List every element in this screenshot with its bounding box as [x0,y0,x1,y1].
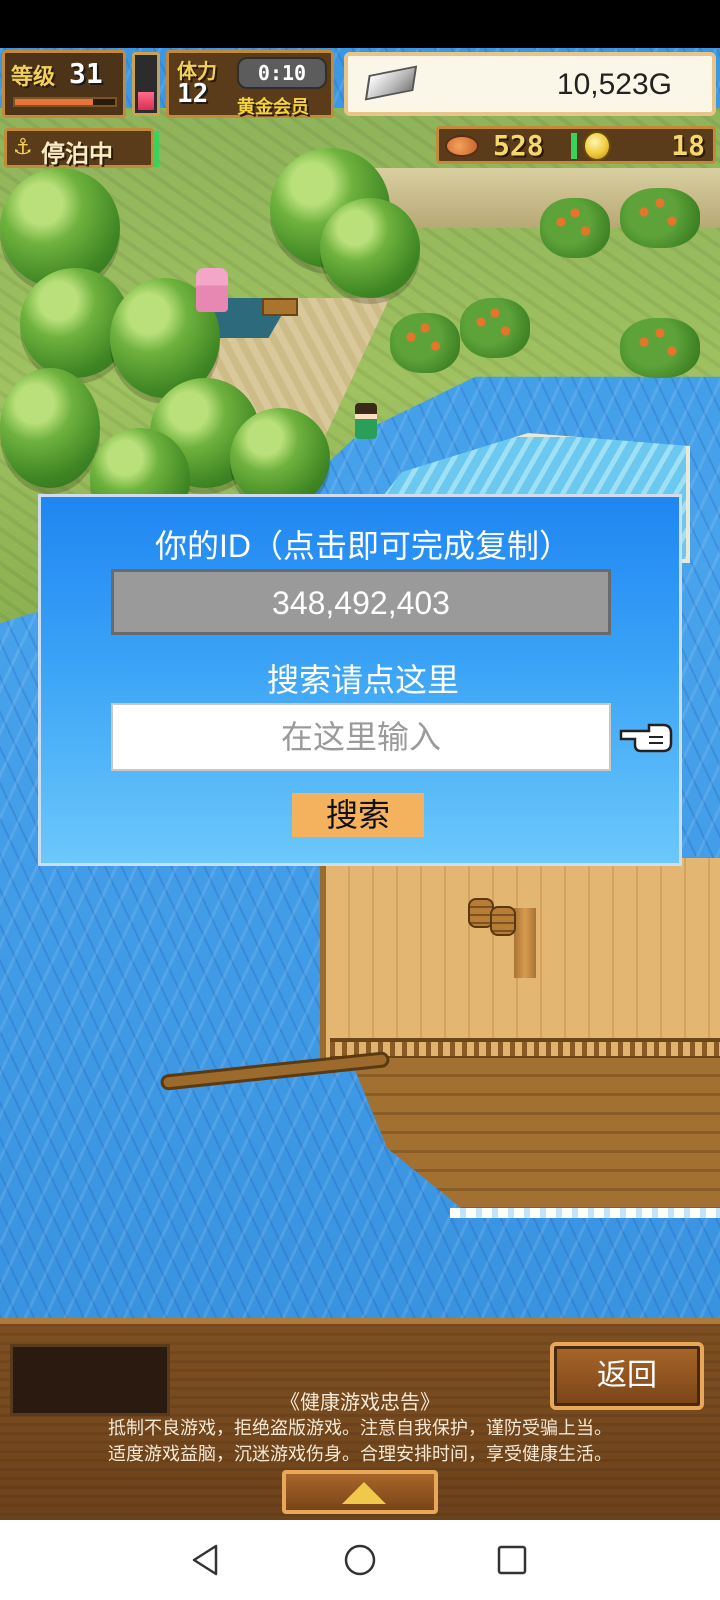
back-icon[interactable] [188,1542,224,1578]
food-value: 528 [493,129,544,162]
xp-bar-fill [15,99,93,105]
wave-foam [450,1208,720,1218]
search-button[interactable]: 搜索 [292,793,424,837]
id-search-input[interactable] [111,703,611,771]
xp-bar [13,97,117,107]
bottom-panel: 返回 《健康游戏忠告》 抵制不良游戏，拒绝盗版游戏。注意自我保护，谨防受骗上当。… [0,1318,720,1520]
expand-menu-button[interactable] [282,1470,438,1514]
pink-creature[interactable] [196,268,228,312]
anchor-icon: ⚓ [13,135,33,160]
stamina-gauge [132,52,160,116]
level-label: 等级 [11,65,56,90]
friend-search-dialog: 你的ID（点击即可完成复制） 348,492,403 搜索请点这里 搜索 [38,494,682,866]
tree [230,408,330,508]
system-nav-bar [0,1520,720,1600]
medal-icon [583,131,611,161]
pointer-hand-icon [619,723,673,753]
ship-hull [350,1058,720,1208]
stamina-value: 12 [177,79,209,109]
orange-tree [540,198,610,258]
money-panel[interactable]: 10,523G [344,52,716,116]
triangle-up-icon [342,1482,386,1504]
stamina-timer: 0:10 [237,57,327,89]
recent-apps-icon[interactable] [494,1542,530,1578]
level-value: 31 [69,57,103,90]
health-notice-line: 适度游戏益脑，沉迷游戏伤身。合理安排时间，享受健康生活。 [108,1444,612,1464]
docked-status[interactable]: ⚓ 停泊中 [4,128,159,168]
home-icon[interactable] [342,1542,378,1578]
ship-mast [514,908,536,978]
docked-status-label: 停泊中 [41,140,113,168]
orange-tree [620,318,700,378]
level-panel: 等级 31 [2,50,126,118]
tree [320,198,420,298]
stamina-panel: 体力 12 0:10 黄金会员 [166,50,334,118]
orange-tree [390,313,460,373]
money-value: 10,523G [556,68,672,101]
resources-panel: 528 18 [436,126,716,164]
search-hint: 搜索请点这里 [266,662,459,698]
stamina-gauge-fill [138,91,154,110]
silver-bar-icon [364,65,418,101]
health-notice-title: 《健康游戏忠告》 [280,1392,440,1414]
villager[interactable] [355,403,377,439]
wooden-sign [262,298,298,316]
user-id-copy-box[interactable]: 348,492,403 [111,569,611,635]
food-icon [445,135,479,157]
gold-member-badge[interactable]: 黄金会员 [237,93,309,119]
food-indicator [571,133,577,159]
orange-tree [460,298,530,358]
status-bar [0,0,720,48]
medal-value: 18 [671,129,705,162]
dialog-title: 你的ID（点击即可完成复制） [154,528,571,564]
status-indicator [153,131,159,167]
tree [0,368,100,488]
orange-tree [620,188,700,248]
health-notice-line: 抵制不良游戏，拒绝盗版游戏。注意自我保护，谨防受骗上当。 [108,1418,612,1438]
barrel [490,906,516,936]
